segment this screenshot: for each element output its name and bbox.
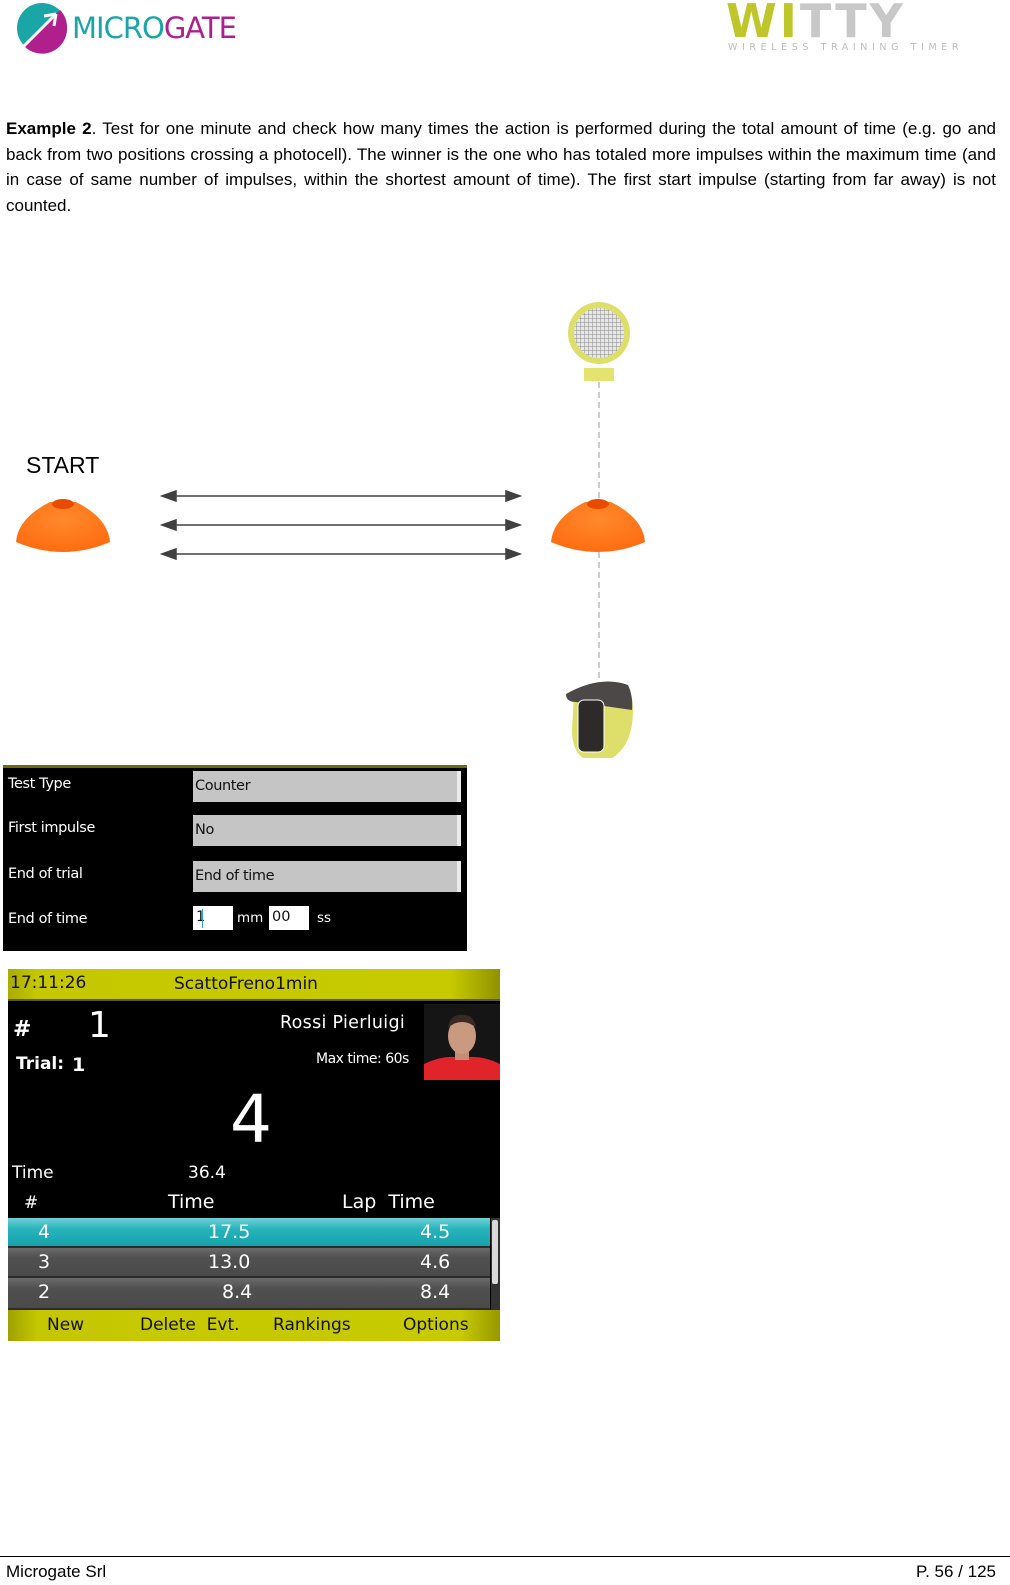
athlete-name: Rossi Pierluigi bbox=[280, 1013, 406, 1033]
logo-text-gate: GATE bbox=[163, 11, 237, 45]
first-impulse-dropdown[interactable]: No bbox=[193, 815, 461, 846]
event-lap-time: 4.6 bbox=[420, 1251, 451, 1273]
event-list-scrollbar[interactable] bbox=[491, 1218, 500, 1310]
athlete-hash-label: # bbox=[13, 1017, 32, 1042]
setting-label: Test Type bbox=[8, 776, 71, 792]
athlete-number: 1 bbox=[88, 1005, 111, 1046]
seconds-value: 00 bbox=[272, 909, 291, 925]
microgate-logo: MICROGATE bbox=[16, 2, 237, 54]
arrow-3 bbox=[159, 547, 523, 561]
setting-test-type: Test Type Counter bbox=[3, 771, 467, 802]
witty-text-wi: WI bbox=[726, 0, 800, 48]
event-lap-time: 8.4 bbox=[420, 1281, 451, 1303]
example-heading: Example 2 bbox=[6, 119, 92, 138]
event-number: 2 bbox=[38, 1281, 51, 1303]
setting-end-of-time: End of time 1 mm 00 ss bbox=[3, 906, 467, 936]
options-button[interactable]: Options bbox=[403, 1315, 469, 1335]
trial-label: Trial: bbox=[16, 1054, 65, 1074]
new-button[interactable]: New bbox=[47, 1315, 84, 1335]
event-number: 3 bbox=[38, 1251, 51, 1273]
column-header-number: # bbox=[24, 1193, 39, 1213]
device-test-title: ScattoFreno1min bbox=[174, 974, 318, 994]
arrow-2 bbox=[159, 518, 523, 532]
dropdown-value: No bbox=[195, 822, 214, 838]
cone-end-icon bbox=[551, 499, 645, 552]
max-time: Max time: 60s bbox=[316, 1051, 409, 1067]
setting-label: End of trial bbox=[8, 866, 83, 882]
photocell-transmitter-icon bbox=[566, 681, 633, 758]
witty-device-screen: 17:11:26 ScattoFreno1min # 1 Trial: 1 Ro… bbox=[8, 969, 500, 1341]
test-settings-panel: Test Type Counter First impulse No End o… bbox=[3, 765, 467, 951]
column-header-lap-time: Lap Time bbox=[342, 1191, 435, 1213]
scrollbar-thumb[interactable] bbox=[492, 1220, 498, 1284]
seconds-input[interactable]: 00 bbox=[269, 906, 309, 930]
setting-first-impulse: First impulse No bbox=[3, 815, 467, 846]
setting-end-of-trial: End of trial End of time bbox=[3, 861, 467, 892]
athlete-photo bbox=[424, 1004, 500, 1080]
photocell-reflector-icon bbox=[568, 302, 630, 381]
event-row[interactable]: 2 8.4 8.4 bbox=[8, 1278, 490, 1310]
event-row[interactable]: 4 17.5 4.5 bbox=[8, 1218, 490, 1248]
device-bottom-bar: New Delete Evt. Rankings Options bbox=[8, 1310, 500, 1341]
setting-label: First impulse bbox=[8, 820, 95, 836]
test-type-dropdown[interactable]: Counter bbox=[193, 771, 461, 802]
start-label: START bbox=[26, 452, 100, 478]
text-caret bbox=[202, 909, 203, 928]
trial-value: 1 bbox=[72, 1054, 86, 1076]
minutes-value: 1 bbox=[196, 909, 206, 925]
minutes-input[interactable]: 1 bbox=[193, 906, 233, 930]
total-time-value: 36.4 bbox=[188, 1163, 226, 1183]
footer-page-number: P. 56 / 125 bbox=[915, 1562, 996, 1581]
dropdown-value: Counter bbox=[195, 778, 251, 794]
cone-start-icon bbox=[16, 499, 110, 552]
impulse-count: 4 bbox=[230, 1081, 272, 1158]
event-lap-time: 4.5 bbox=[420, 1221, 451, 1243]
witty-text-tty: TTY bbox=[799, 0, 906, 48]
microgate-logo-icon bbox=[16, 2, 68, 54]
event-time: 13.0 bbox=[208, 1251, 251, 1273]
footer-divider bbox=[0, 1556, 1010, 1557]
test-setup-diagram: START bbox=[0, 290, 700, 765]
dropdown-value: End of time bbox=[195, 868, 275, 884]
device-top-bar: 17:11:26 ScattoFreno1min bbox=[8, 969, 500, 1001]
setting-label: End of time bbox=[8, 911, 88, 927]
seconds-unit: ss bbox=[317, 910, 332, 926]
event-time: 17.5 bbox=[208, 1221, 251, 1243]
event-time: 8.4 bbox=[222, 1281, 253, 1303]
delete-event-button[interactable]: Delete Evt. bbox=[140, 1315, 240, 1335]
device-clock: 17:11:26 bbox=[10, 973, 87, 993]
example-paragraph: Example 2. Test for one minute and check… bbox=[6, 116, 996, 218]
witty-subtitle: WIRELESS TRAINING TIMER bbox=[728, 42, 964, 53]
event-row[interactable]: 3 13.0 4.6 bbox=[8, 1248, 490, 1278]
logo-text-micro: MICRO bbox=[72, 11, 165, 45]
column-header-time: Time bbox=[168, 1191, 215, 1213]
witty-logo: WITTY WIRELESS TRAINING TIMER bbox=[726, 0, 998, 60]
end-of-trial-dropdown[interactable]: End of time bbox=[193, 861, 461, 892]
example-text: . Test for one minute and check how many… bbox=[6, 119, 996, 215]
total-time-label: Time bbox=[12, 1163, 54, 1183]
footer-company: Microgate Srl bbox=[6, 1562, 107, 1581]
event-number: 4 bbox=[38, 1221, 51, 1243]
witty-wordmark: WITTY bbox=[726, 0, 906, 48]
arrow-1 bbox=[159, 489, 523, 503]
rankings-button[interactable]: Rankings bbox=[273, 1315, 351, 1335]
microgate-wordmark: MICROGATE bbox=[72, 11, 237, 45]
minutes-unit: mm bbox=[237, 910, 264, 926]
